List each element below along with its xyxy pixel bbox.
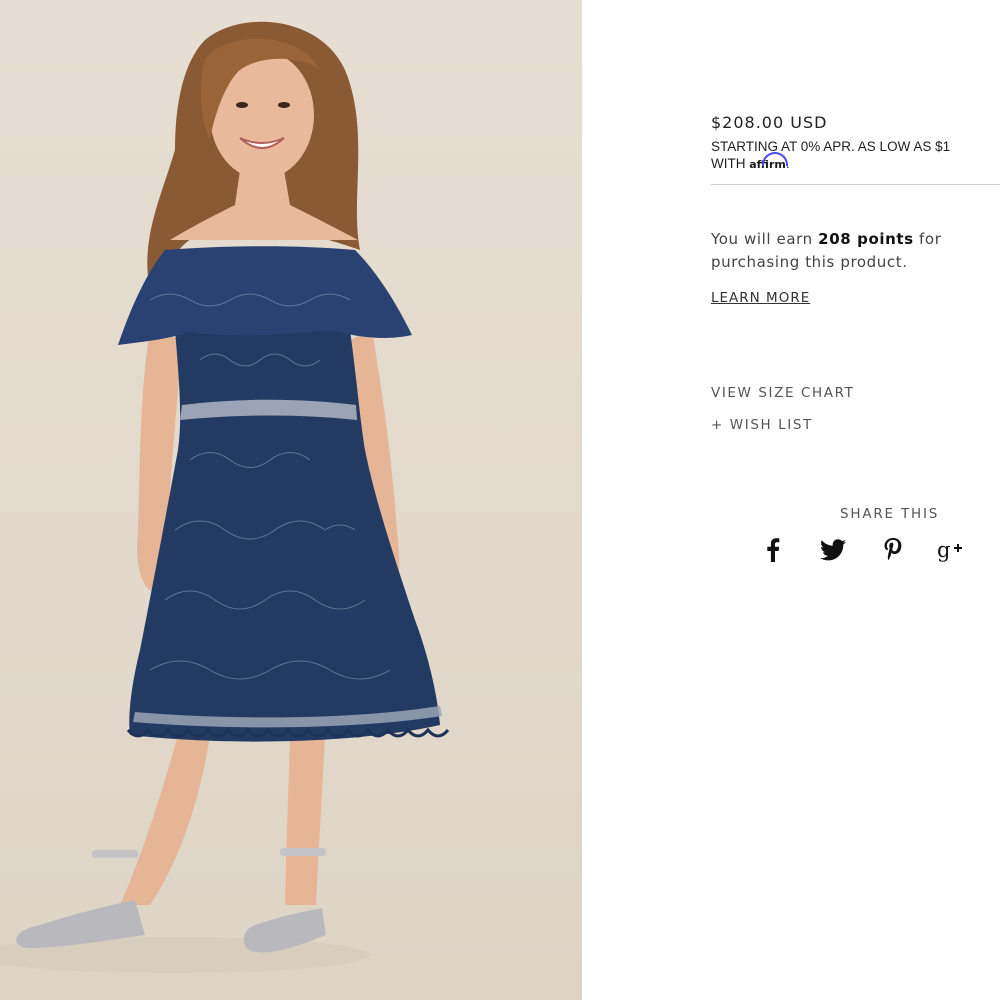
twitter-share-button[interactable] — [818, 534, 848, 566]
pinterest-icon — [884, 538, 902, 561]
product-info-panel: $208.00 USD STARTING AT 0% APR. AS LOW A… — [582, 0, 1000, 1000]
add-to-wish-list-link[interactable]: + WISH LIST — [711, 417, 813, 433]
share-this-heading: SHARE THIS — [840, 506, 940, 522]
affirm-logo: affirm — [749, 152, 788, 173]
product-image[interactable] — [0, 0, 582, 1000]
financing-line-2: WITH affirm. — [711, 152, 1000, 173]
pinterest-share-button[interactable] — [878, 534, 908, 566]
points-value: 208 points — [818, 230, 914, 248]
facebook-share-button[interactable] — [758, 534, 788, 566]
google-plus-icon: g — [937, 538, 962, 562]
twitter-icon — [820, 539, 846, 561]
financing-line-1: STARTING AT 0% APR. AS LOW AS $1 — [711, 139, 951, 154]
divider — [711, 184, 1000, 185]
financing-prefix: WITH — [711, 156, 750, 171]
google-plus-share-button[interactable]: g — [936, 534, 966, 566]
facebook-icon — [767, 538, 780, 562]
svg-text:g: g — [937, 538, 950, 562]
view-size-chart-link[interactable]: VIEW SIZE CHART — [711, 385, 854, 401]
product-price: $208.00 USD — [711, 113, 828, 132]
learn-more-link[interactable]: LEARN MORE — [711, 290, 810, 306]
affirm-financing-text[interactable]: STARTING AT 0% APR. AS LOW AS $1 WITH af… — [711, 139, 1000, 173]
product-photo-illustration — [0, 21, 450, 973]
reward-points-text: You will earn 208 points for purchasing … — [711, 228, 1000, 274]
points-prefix: You will earn — [711, 230, 819, 248]
